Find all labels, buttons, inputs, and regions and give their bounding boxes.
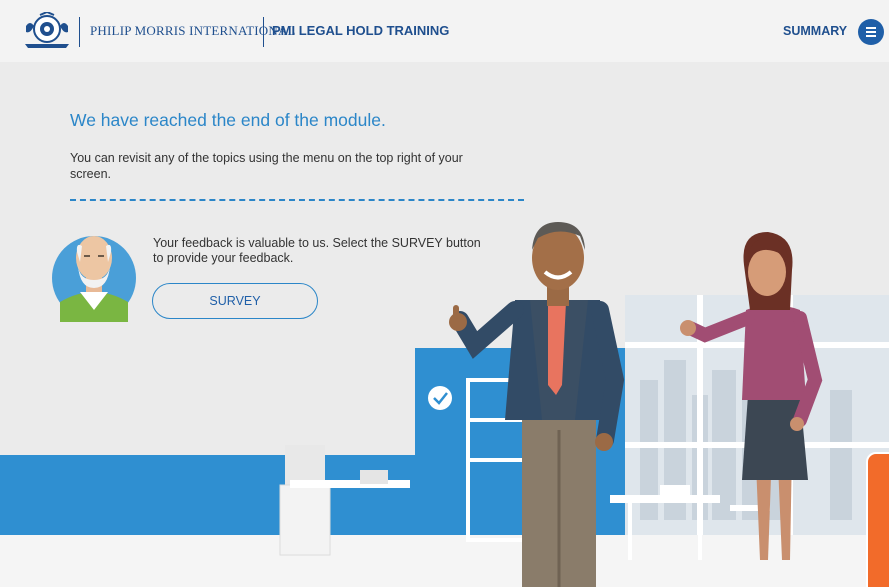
dashed-divider (70, 199, 524, 201)
narrator-avatar (52, 236, 136, 322)
lesson-frame: PHILIP MORRIS INTERNATIONAL PMI LEGAL HO… (0, 0, 889, 587)
company-name: PHILIP MORRIS INTERNATIONAL (90, 23, 296, 38)
pmi-crest-logo (25, 12, 69, 48)
module-end-title: We have reached the end of the module. (70, 110, 386, 130)
orange-side-tab (866, 452, 889, 587)
module-end-description: You can revisit any of the topics using … (70, 151, 463, 181)
summary-link[interactable]: SUMMARY (783, 24, 847, 38)
menu-button[interactable] (858, 19, 884, 45)
course-title: PMI LEGAL HOLD TRAINING (272, 23, 450, 38)
survey-button[interactable]: SURVEY (152, 283, 318, 319)
top-bar: PHILIP MORRIS INTERNATIONAL PMI LEGAL HO… (0, 0, 889, 62)
menu-icon (866, 27, 876, 37)
header-separator (263, 17, 264, 47)
header-separator (79, 17, 80, 47)
clock-icon (428, 386, 452, 410)
feedback-text: Your feedback is valuable to us. Select … (153, 236, 481, 265)
